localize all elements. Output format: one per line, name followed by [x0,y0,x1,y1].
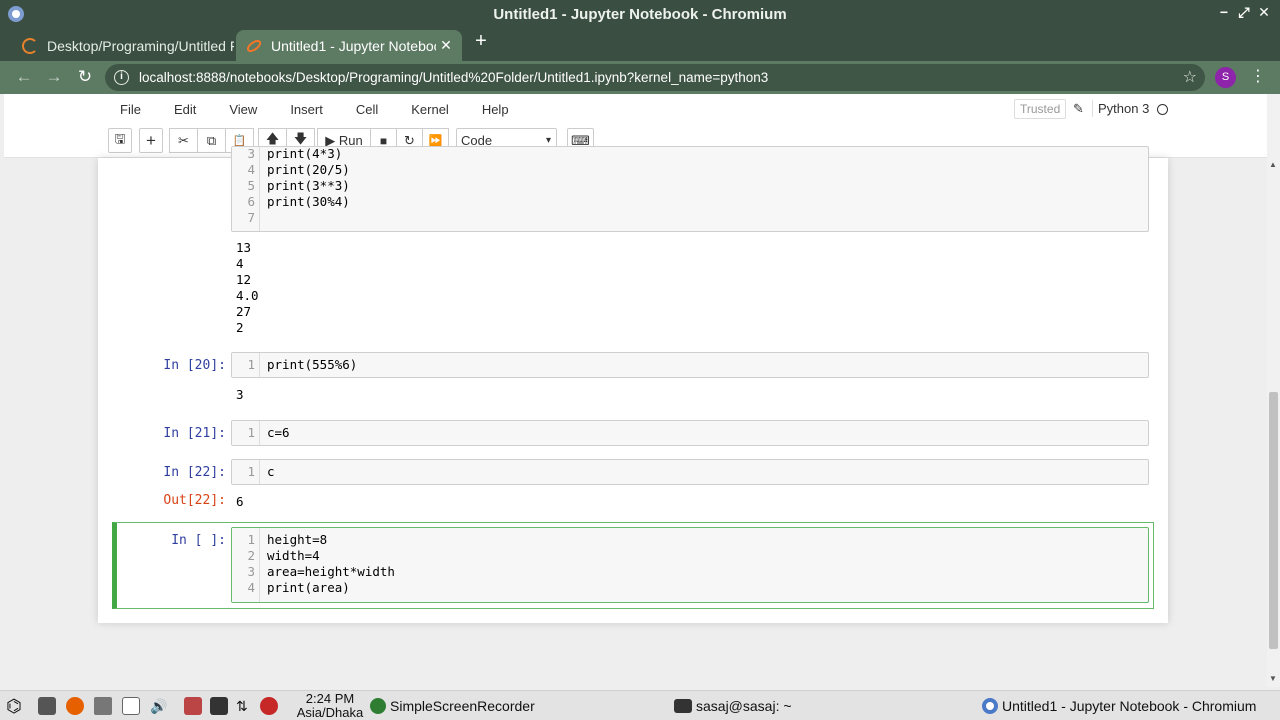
window-titlebar: Untitled1 - Jupyter Notebook - Chromium … [0,0,1280,28]
screenrecorder-icon [370,698,386,714]
menu-cell[interactable]: Cell [356,102,378,117]
page-viewport: File Edit View Insert Cell Kernel Help T… [4,94,1267,687]
firefox-icon[interactable] [66,696,84,716]
scrollbar-thumb[interactable] [1269,392,1278,649]
cell-prompt: In [20]: [163,358,226,373]
window-title: Untitled1 - Jupyter Notebook - Chromium [493,5,787,23]
forward-button[interactable]: → [44,67,64,87]
copy-button[interactable]: ⧉ [197,128,226,153]
record-icon[interactable] [260,696,278,716]
cell-prompt: In [21]: [163,426,226,441]
code-line: 1 print(555%6) [247,357,358,372]
code-line: 5 print(3**3) [247,178,350,193]
chromium-icon [982,698,998,714]
cell-prompt: In [ ]: [171,533,226,548]
menu-insert[interactable]: Insert [290,102,323,117]
edit-pencil-icon[interactable]: ✎ [1073,101,1084,117]
tray-icon-1[interactable] [184,696,202,716]
insert-cell-button[interactable]: + [139,128,163,153]
file-manager-icon[interactable] [38,696,56,716]
system-taskbar: ⌬ 🔊 ⇅ 2:24 PM Asia/Dhaka SimpleScreenRec… [0,690,1280,720]
volume-icon[interactable]: 🔊 [150,696,167,716]
cell-output: 3 [236,387,244,402]
scroll-down-icon[interactable]: ▼ [1269,674,1277,683]
code-cell-input[interactable]: 1 print(555%6) [231,352,1149,378]
system-menu-icon[interactable]: ⌬ [6,696,22,716]
clock-zone: Asia/Dhaka [296,705,364,720]
code-cell-input-active[interactable]: 1 height=8 2 width=4 3 area=height*width 4p… [231,527,1149,603]
url-input[interactable]: i localhost:8888/notebooks/Desktop/Progr… [105,64,1205,91]
task-label: sasaj@sasaj: ~ [696,698,792,714]
code-line: 4 print(20/5) [247,162,350,177]
menu-file[interactable]: File [120,102,141,117]
save-button[interactable]: 🖫 [108,128,132,153]
menu-help[interactable]: Help [482,102,509,117]
site-info-icon[interactable]: i [114,70,129,85]
code-line: 1 c=6 [247,425,290,440]
page-scrollbar[interactable]: ▲ ▼ [1267,94,1280,687]
menu-view[interactable]: View [229,102,257,117]
code-cell-input[interactable]: 1 c=6 [231,420,1149,446]
reload-button[interactable]: ↻ [75,67,95,87]
tab-label: Untitled1 - Jupyter Notebook [271,37,436,54]
network-icon[interactable]: ⇅ [236,696,248,716]
browser-menu-icon[interactable]: ⋮ [1250,66,1266,86]
clock[interactable]: 2:24 PM Asia/Dhaka [290,692,370,720]
bookmark-star-icon[interactable]: ☆ [1183,67,1197,87]
loading-spinner-icon [22,37,38,54]
menu-edit[interactable]: Edit [174,102,196,117]
code-cell-input[interactable]: 3 print(4*3) 4 print(20/5) 5 print(3**3) 6p… [231,146,1149,232]
url-text: localhost:8888/notebooks/Desktop/Program… [139,70,769,85]
out-prompt: Out[22]: [163,493,226,508]
task-label: SimpleScreenRecorder [390,698,535,714]
cell-output: 13 4 12 4.0 27 2 [236,240,259,335]
kernel-idle-indicator-icon [1157,104,1168,115]
address-bar-row: ← → ↻ i localhost:8888/notebooks/Desktop… [0,61,1280,94]
notebook-container: 3 print(4*3) 4 print(20/5) 5 print(3**3) 6p… [98,146,1168,623]
jupyter-favicon-icon [246,38,262,54]
code-cell-input[interactable]: 1c [231,459,1149,485]
scroll-up-icon[interactable]: ▲ [1269,160,1277,169]
tab-desktop-folder[interactable]: Desktop/Programing/Untitled Folder/ [12,30,234,61]
chromium-icon [8,6,24,22]
tab-untitled1[interactable]: Untitled1 - Jupyter Notebook ✕ [236,30,462,61]
back-button[interactable]: ← [14,67,34,87]
task-label: Untitled1 - Jupyter Notebook - Chromium [1002,698,1257,714]
code-line: 4 print(area) [247,580,350,595]
cell-prompt: In [22]: [163,465,226,480]
code-line: 2 width=4 [247,548,320,563]
menu-bar: File Edit View Insert Cell Kernel Help [99,94,1169,124]
code-line: 6 print(30%4) [247,194,350,209]
close-tab-icon[interactable]: ✕ [436,37,456,54]
cell-output: 6 [236,494,244,509]
tray-icon-2[interactable] [210,696,228,716]
mixer-icon[interactable] [94,696,112,716]
tab-strip: Desktop/Programing/Untitled Folder/ Unti… [0,28,1280,61]
menu-kernel[interactable]: Kernel [411,102,449,117]
profile-avatar[interactable]: S [1215,67,1236,88]
cut-button[interactable]: ✂ [169,128,198,153]
maximize-button[interactable]: ⤢ [1236,4,1252,21]
terminal-icon [674,699,692,713]
new-tab-button[interactable]: + [471,30,491,53]
text-editor-icon[interactable] [122,696,140,716]
taskbar-item-terminal[interactable]: sasaj@sasaj: ~ [674,696,792,716]
trusted-badge[interactable]: Trusted [1014,99,1067,119]
code-line: 3 area=height*width [247,564,395,579]
close-window-button[interactable]: ✕ [1256,4,1272,21]
tab-label: Desktop/Programing/Untitled Folder/ [47,37,234,54]
taskbar-item-screenrecorder[interactable]: SimpleScreenRecorder [370,696,535,716]
minimize-button[interactable]: − [1216,4,1232,20]
code-line: 1c [247,464,275,479]
kernel-name: Python 3 [1091,100,1150,117]
code-line: 3 print(4*3) [247,146,343,161]
taskbar-item-chromium[interactable]: Untitled1 - Jupyter Notebook - Chromium [982,696,1256,716]
code-line: 7 [247,210,255,225]
code-line: 1 height=8 [247,532,328,547]
clock-time: 2:24 PM [305,691,355,706]
